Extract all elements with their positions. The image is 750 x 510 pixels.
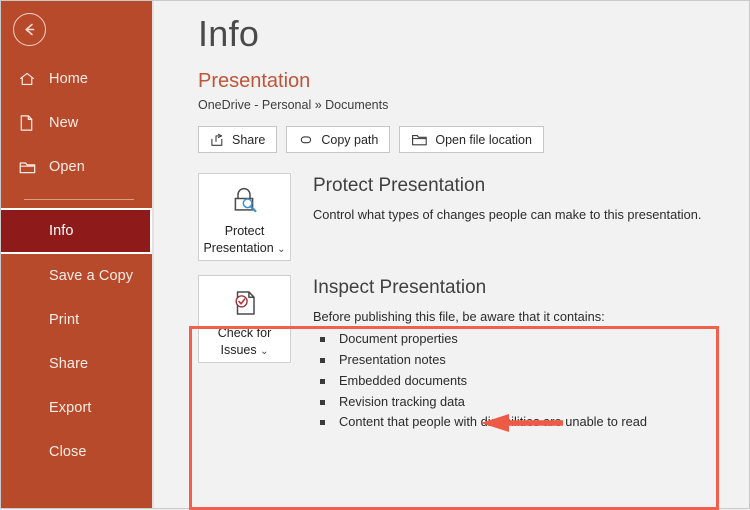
arrow-left-circle-icon — [21, 21, 38, 38]
sidebar-item-label: Print — [49, 312, 80, 328]
share-icon — [210, 133, 225, 147]
home-icon — [18, 70, 40, 88]
file-icon — [18, 114, 40, 132]
sidebar-item-label: Info — [49, 223, 74, 239]
sidebar-item-label: Export — [49, 400, 92, 416]
command-button-row: Share Copy path Open file location — [198, 126, 749, 153]
inspect-presentation-description: Before publishing this file, be aware th… — [313, 308, 605, 324]
sidebar-item-share[interactable]: Share — [1, 342, 152, 386]
backstage-sidebar: Home New Open Info Save a Copy Print Sha… — [1, 1, 152, 508]
protect-presentation-button[interactable]: Protect Presentation ⌄ — [198, 173, 291, 261]
page-title: Info — [198, 13, 260, 54]
list-item: Presentation notes — [313, 350, 647, 371]
sidebar-item-label: Save a Copy — [49, 268, 134, 284]
sidebar-nav: Home New Open Info Save a Copy Print Sha… — [1, 57, 152, 474]
lock-magnifier-icon — [227, 184, 263, 218]
share-button[interactable]: Share — [198, 126, 278, 153]
backstage-main-pane: Info Presentation OneDrive - Personal » … — [152, 1, 749, 508]
sidebar-item-open[interactable]: Open — [1, 145, 152, 189]
check-for-issues-button[interactable]: Check for Issues ⌄ — [198, 275, 291, 363]
sidebar-divider — [24, 199, 134, 200]
button-label-line2: Issues — [220, 342, 257, 357]
list-item: Content that people with disabilities ar… — [313, 412, 647, 433]
sidebar-item-label: Close — [49, 444, 87, 460]
back-button[interactable] — [13, 13, 46, 46]
button-label: Open file location — [435, 132, 532, 147]
protect-presentation-body: Protect Presentation Control what types … — [313, 173, 701, 224]
protect-presentation-title: Protect Presentation — [313, 175, 486, 196]
list-item: Revision tracking data — [313, 392, 647, 413]
list-item: Embedded documents — [313, 371, 647, 392]
sidebar-item-label: Home — [49, 71, 89, 87]
powerpoint-backstage-info-screen: Home New Open Info Save a Copy Print Sha… — [0, 0, 750, 510]
copy-path-button[interactable]: Copy path — [286, 126, 391, 153]
chevron-down-icon[interactable]: ⌄ — [277, 244, 285, 255]
inspect-presentation-body: Inspect Presentation Before publishing t… — [313, 275, 647, 433]
link-icon — [298, 133, 314, 147]
check-for-issues-button-label: Check for Issues ⌄ — [218, 325, 272, 359]
list-item: Document properties — [313, 329, 647, 350]
button-label-line2: Presentation — [203, 240, 274, 255]
inspect-presentation-title: Inspect Presentation — [313, 277, 487, 298]
sidebar-item-home[interactable]: Home — [1, 57, 152, 101]
button-label-line1: Check for — [217, 326, 272, 340]
inspect-items-list: Document properties Presentation notes E… — [313, 329, 647, 433]
button-label-line1: Protect — [224, 224, 265, 238]
folder-open-icon — [411, 133, 428, 147]
open-file-location-button[interactable]: Open file location — [399, 126, 544, 153]
sidebar-item-save-a-copy[interactable]: Save a Copy — [1, 254, 152, 298]
protect-presentation-description: Control what types of changes people can… — [313, 206, 702, 222]
sidebar-item-label: New — [49, 115, 79, 131]
protect-presentation-button-label: Protect Presentation ⌄ — [203, 223, 285, 257]
sidebar-item-print[interactable]: Print — [1, 298, 152, 342]
sidebar-item-export[interactable]: Export — [1, 386, 152, 430]
sidebar-item-info[interactable]: Info — [1, 208, 152, 254]
sidebar-item-label: Open — [49, 159, 85, 175]
button-label: Copy path — [321, 132, 379, 147]
chevron-down-icon[interactable]: ⌄ — [260, 346, 268, 357]
folder-icon — [18, 159, 40, 176]
sidebar-item-close[interactable]: Close — [1, 430, 152, 474]
protect-presentation-section: Protect Presentation ⌄ Protect Presentat… — [198, 173, 749, 261]
document-name: Presentation — [198, 70, 311, 92]
breadcrumb: OneDrive - Personal » Documents — [198, 98, 389, 112]
button-label: Share — [232, 132, 266, 147]
sidebar-item-new[interactable]: New — [1, 101, 152, 145]
inspect-presentation-section: Check for Issues ⌄ Inspect Presentation … — [198, 275, 749, 433]
document-check-icon — [228, 286, 262, 320]
sidebar-item-label: Share — [49, 356, 89, 372]
